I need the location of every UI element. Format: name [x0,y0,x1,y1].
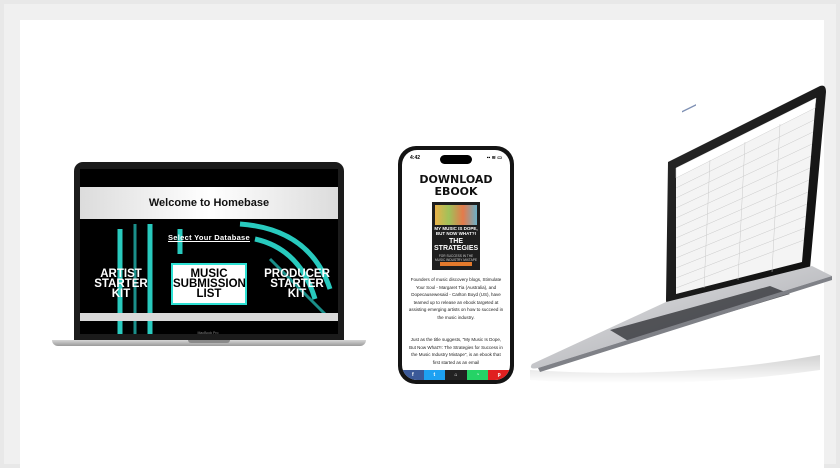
cover-bar [440,262,472,266]
laptop-lid: Welcome to Homebase Select Your Database… [74,162,344,340]
status-icons: ▪▪ ≋ ▭ [486,155,502,161]
mockup-canvas: Welcome to Homebase Select Your Database… [20,20,832,468]
iphone-mockup: 4:42 ▪▪ ≋ ▭ DOWNLOAD EBOOK MY MUSIC IS D… [398,146,514,384]
share-bar: f t ⌂ ◔ p [402,370,510,380]
laptop-base [52,340,366,346]
cover-line2: THE STRATEGIES [434,238,479,252]
home-button[interactable]: ⌂ [445,370,467,380]
spreadsheet-cell-text [682,104,696,113]
database-tiles: ARTIST STARTER KIT MUSIC SUBMISSION LIST… [84,259,334,309]
homebase-footer-bar [80,313,338,321]
homebase-header: Welcome to Homebase [80,187,338,219]
pinterest-share-button[interactable]: p [488,370,510,380]
macbook-angled-mockup [530,85,832,384]
pinterest-icon: p [497,372,501,378]
music-submission-list-tile[interactable]: MUSIC SUBMISSION LIST [171,263,247,305]
intro-paragraph: Founders of music discovery blogs, Stimu… [408,277,504,320]
facebook-icon: f [411,372,414,378]
producer-starter-kit-tile[interactable]: PRODUCER STARTER KIT [260,268,334,300]
cover-line1: MY MUSIC IS DOPE, BUT NOW WHAT?! [434,226,478,236]
phone-screen: 4:42 ▪▪ ≋ ▭ DOWNLOAD EBOOK MY MUSIC IS D… [402,150,510,380]
status-time: 4:42 [410,155,421,161]
body-paragraph: Just as the title suggests, "My Music Is… [409,337,503,365]
select-database-link[interactable]: Select Your Database [80,233,338,242]
laptop-screen: Welcome to Homebase Select Your Database… [80,169,338,334]
facebook-share-button[interactable]: f [402,370,424,380]
ebook-cover-image[interactable]: MY MUSIC IS DOPE, BUT NOW WHAT?! THE STR… [432,202,480,270]
home-icon: ⌂ [454,372,458,378]
laptop-notch [188,340,230,343]
screenshot-frame: Welcome to Homebase Select Your Database… [4,4,836,468]
dynamic-island [440,155,472,164]
cover-art [435,205,477,225]
twitter-icon: t [433,372,436,378]
whatsapp-icon: ◔ [476,372,480,378]
artist-starter-kit-tile[interactable]: ARTIST STARTER KIT [84,268,158,300]
laptop-brand-label: MacBook Pro [197,331,219,335]
twitter-share-button[interactable]: t [423,370,446,380]
page-title: DOWNLOAD EBOOK [419,173,493,198]
cover-line3: FOR SUCCESS IN THE MUSIC INDUSTRY MIXTAP… [435,254,477,262]
whatsapp-share-button[interactable]: ◔ [466,370,489,380]
